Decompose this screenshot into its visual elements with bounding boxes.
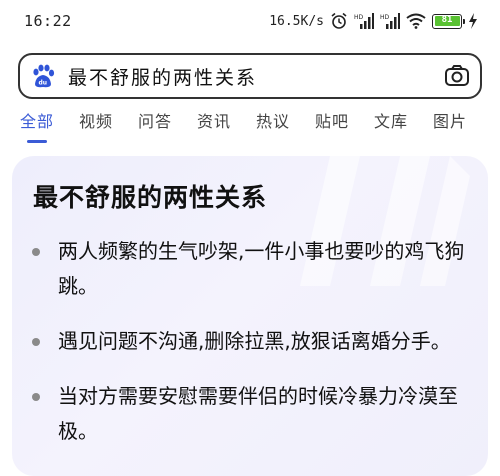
- tab-label: 文库: [374, 112, 409, 131]
- tab-label: 热议: [256, 112, 291, 131]
- bullet-dot: [32, 338, 40, 346]
- list-item-text: 遇见问题不沟通,删除拉黑,放狠话离婚分手。: [58, 329, 451, 353]
- alarm-icon: [331, 12, 347, 29]
- search-bar[interactable]: du 最不舒服的两性关系: [18, 53, 482, 99]
- card-title: 最不舒服的两性关系: [33, 183, 268, 212]
- tab-label: 资讯: [197, 112, 232, 131]
- answer-list: 两人频繁的生气吵架,一件小事也要吵的鸡飞狗跳。 遇见问题不沟通,删除拉黑,放狠话…: [32, 234, 472, 469]
- status-bar: 16:22 16.5K/s HD HD 81: [0, 0, 500, 42]
- tab-label: 贴吧: [315, 112, 350, 131]
- svg-text:du: du: [39, 80, 48, 87]
- answer-card[interactable]: 最不舒服的两性关系 两人频繁的生气吵架,一件小事也要吵的鸡飞狗跳。 遇见问题不沟…: [12, 156, 488, 476]
- svg-text:HD: HD: [380, 14, 390, 21]
- list-item: 当对方需要安慰需要伴侣的时候冷暴力冷漠至极。: [32, 379, 472, 449]
- list-item: 两人频繁的生气吵架,一件小事也要吵的鸡飞狗跳。: [32, 234, 472, 304]
- active-tab-indicator: [27, 140, 47, 143]
- network-speed: 16.5K/s: [269, 13, 324, 29]
- tab-library[interactable]: 文库: [374, 108, 433, 148]
- list-item-text: 当对方需要安慰需要伴侣的时候冷暴力冷漠至极。: [58, 384, 458, 443]
- search-input[interactable]: 最不舒服的两性关系: [68, 63, 444, 90]
- bullet-dot: [32, 393, 40, 401]
- battery-icon: 81: [432, 13, 465, 29]
- list-item-text: 两人频繁的生气吵架,一件小事也要吵的鸡飞狗跳。: [58, 239, 465, 298]
- signal-icon-2: HD: [380, 13, 400, 29]
- list-item: 遇见问题不沟通,删除拉黑,放狠话离婚分手。: [32, 324, 472, 359]
- tab-tieba[interactable]: 贴吧: [315, 108, 374, 148]
- bullet-dot: [32, 248, 40, 256]
- tab-label: 全部: [20, 112, 55, 131]
- tab-all[interactable]: 全部: [20, 108, 79, 148]
- status-indicators: 16.5K/s HD HD 81: [269, 12, 478, 30]
- charging-icon: [469, 13, 477, 29]
- tab-label: 视频: [79, 112, 114, 131]
- battery-level: 81: [434, 16, 460, 26]
- baidu-paw-icon[interactable]: du: [30, 63, 56, 89]
- status-time: 16:22: [24, 12, 72, 30]
- tab-news[interactable]: 资讯: [197, 108, 256, 148]
- tab-qa[interactable]: 问答: [138, 108, 197, 148]
- signal-icon-1: HD: [354, 13, 374, 29]
- tab-video[interactable]: 视频: [79, 108, 138, 148]
- tab-images[interactable]: 图片: [433, 108, 492, 148]
- tab-label: 图片: [433, 112, 468, 131]
- search-tabs: 全部 视频 问答 资讯 热议 贴吧 文库 图片: [0, 108, 500, 148]
- wifi-icon: [406, 13, 426, 29]
- tab-label: 问答: [138, 112, 173, 131]
- svg-text:HD: HD: [354, 14, 364, 21]
- camera-icon[interactable]: [444, 63, 470, 89]
- tab-discussion[interactable]: 热议: [256, 108, 315, 148]
